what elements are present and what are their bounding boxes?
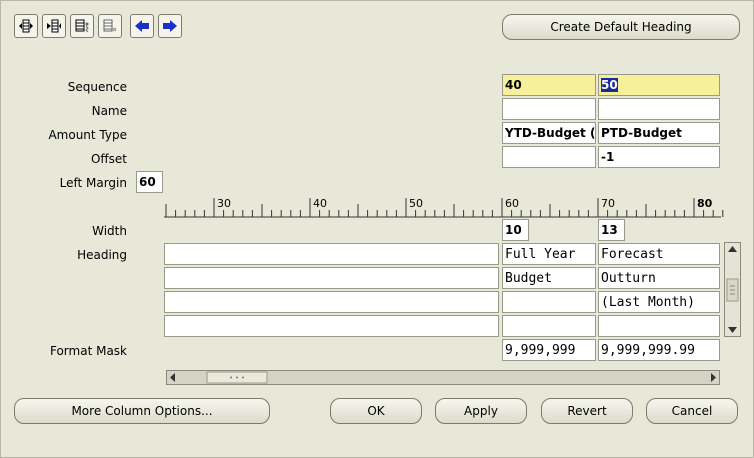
ruler-tick-label: 70	[601, 197, 615, 210]
col2-heading-line-1[interactable]: Forecast	[598, 243, 720, 265]
sequence-label: Sequence	[67, 80, 127, 94]
copy-column-icon[interactable]	[70, 14, 94, 38]
delete-column-icon[interactable]	[42, 14, 66, 38]
col1-format-mask-field[interactable]: 9,999,999	[502, 339, 596, 361]
name-label: Name	[91, 104, 127, 118]
width-label: Width	[92, 224, 127, 238]
more-column-options-button[interactable]: More Column Options...	[14, 398, 270, 424]
ruler-tick-label: 30	[217, 197, 231, 210]
ruler-tick-label: 60	[505, 197, 519, 210]
heading-blank-row-3[interactable]	[164, 291, 499, 313]
col1-heading-line-4[interactable]	[502, 315, 596, 337]
ok-button[interactable]: OK	[330, 398, 422, 424]
ruler-tick-label: 40	[313, 197, 327, 210]
left-margin-field[interactable]: 60	[136, 171, 163, 193]
ruler-tick-label: 50	[409, 197, 423, 210]
col1-sequence-field[interactable]: 40	[502, 74, 596, 96]
heading-label: Heading	[77, 248, 127, 262]
create-default-heading-button[interactable]: Create Default Heading	[502, 14, 740, 40]
col1-heading-line-1[interactable]: Full Year	[502, 243, 596, 265]
format-mask-label: Format Mask	[49, 344, 127, 358]
column-ruler	[164, 198, 724, 218]
scroll-left-icon	[170, 373, 175, 382]
col1-amount-type-field[interactable]: YTD-Budget (F	[502, 122, 596, 144]
scroll-down-icon	[728, 327, 737, 333]
paste-column-icon[interactable]	[98, 14, 122, 38]
left-margin-label: Left Margin	[59, 176, 127, 190]
heading-blank-row-4[interactable]	[164, 315, 499, 337]
offset-label: Offset	[90, 152, 127, 166]
amount-type-label: Amount Type	[48, 128, 127, 142]
move-right-icon[interactable]	[158, 14, 182, 38]
scroll-right-icon	[711, 373, 716, 382]
col1-heading-line-2[interactable]: Budget	[502, 267, 596, 289]
col2-width-field[interactable]: 13	[598, 219, 625, 241]
revert-button[interactable]: Revert	[541, 398, 633, 424]
col2-name-field[interactable]	[598, 98, 720, 120]
col2-amount-type-field[interactable]: PTD-Budget	[598, 122, 720, 144]
col2-heading-line-3[interactable]: (Last Month)	[598, 291, 720, 313]
ruler-tick-label: 80	[697, 197, 713, 210]
cancel-button[interactable]: Cancel	[646, 398, 738, 424]
col2-offset-field[interactable]: -1	[598, 146, 720, 168]
move-left-icon[interactable]	[130, 14, 154, 38]
apply-button[interactable]: Apply	[435, 398, 527, 424]
columns-horizontal-scrollbar[interactable]	[166, 370, 720, 385]
col2-sequence-value: 50	[601, 78, 618, 92]
col1-width-field[interactable]: 10	[502, 219, 529, 241]
col1-heading-line-3[interactable]	[502, 291, 596, 313]
col2-heading-line-2[interactable]: Outturn	[598, 267, 720, 289]
col2-heading-line-4[interactable]	[598, 315, 720, 337]
insert-column-icon[interactable]	[14, 14, 38, 38]
col1-name-field[interactable]	[502, 98, 596, 120]
heading-blank-row-2[interactable]	[164, 267, 499, 289]
scroll-up-icon	[728, 246, 737, 252]
col1-offset-field[interactable]	[502, 146, 596, 168]
col2-format-mask-field[interactable]: 9,999,999.99	[598, 339, 720, 361]
heading-vertical-scrollbar[interactable]	[724, 242, 741, 337]
col2-sequence-field[interactable]: 50	[598, 74, 720, 96]
heading-blank-row-1[interactable]	[164, 243, 499, 265]
